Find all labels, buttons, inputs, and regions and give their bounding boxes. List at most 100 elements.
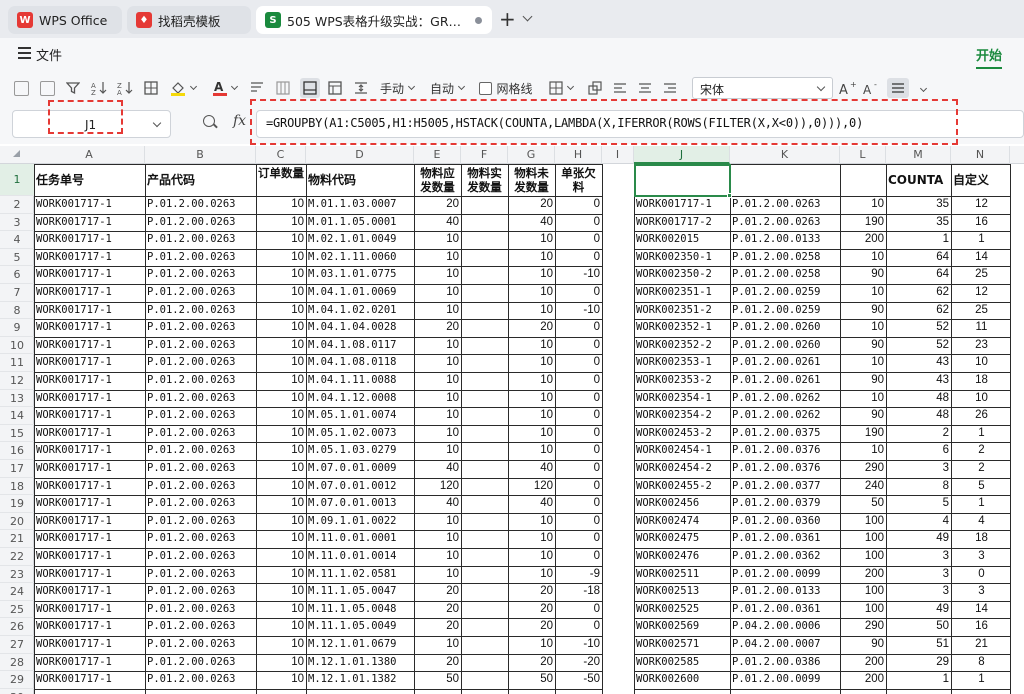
cell-k7[interactable]: P.01.2.00.0259 xyxy=(730,284,840,302)
column-header-e[interactable]: E xyxy=(414,146,461,164)
cell-c7[interactable]: 10 xyxy=(256,284,306,302)
cell-e29[interactable]: 50 xyxy=(414,671,461,689)
cell-l3[interactable]: 190 xyxy=(840,214,886,232)
cell-k16[interactable]: P.01.2.00.0376 xyxy=(730,442,840,460)
cell-d2[interactable]: M.01.1.03.0007 xyxy=(306,196,414,214)
cell-h17[interactable]: 0 xyxy=(555,460,602,478)
cell-k2[interactable]: P.01.2.00.0263 xyxy=(730,196,840,214)
cell-e19[interactable]: 40 xyxy=(414,495,461,513)
cell-l2[interactable]: 10 xyxy=(840,196,886,214)
row-header-17[interactable]: 17 xyxy=(0,460,34,478)
cell-k25[interactable]: P.01.2.00.0361 xyxy=(730,601,840,619)
table-style-icon[interactable] xyxy=(326,78,344,98)
cell-c14[interactable]: 10 xyxy=(256,407,306,425)
cell-a9[interactable]: WORK001717-1 xyxy=(34,319,145,337)
cell-m15[interactable]: 2 xyxy=(886,425,951,443)
sort-descending-icon[interactable]: ZA xyxy=(116,78,134,98)
cell-b11[interactable]: P.01.2.00.0263 xyxy=(145,354,256,372)
cell-e20[interactable]: 10 xyxy=(414,513,461,531)
cell-n20[interactable]: 4 xyxy=(951,513,1010,531)
header-cell-k[interactable] xyxy=(730,164,840,196)
cell-n26[interactable]: 16 xyxy=(951,618,1010,636)
cell-d12[interactable]: M.04.1.11.0088 xyxy=(306,372,414,390)
cell-m20[interactable]: 4 xyxy=(886,513,951,531)
cell-k13[interactable]: P.01.2.00.0262 xyxy=(730,390,840,408)
cell-j13[interactable]: WORK002354-1 xyxy=(634,390,730,408)
cell-e18[interactable]: 120 xyxy=(414,478,461,496)
column-header-c[interactable]: C xyxy=(256,146,306,164)
cell-m13[interactable]: 48 xyxy=(886,390,951,408)
cell-n21[interactable]: 18 xyxy=(951,530,1010,548)
cell-m23[interactable]: 3 xyxy=(886,566,951,584)
cell-e10[interactable]: 10 xyxy=(414,337,461,355)
tab-docer-templates[interactable]: ♦ 找稻壳模板 xyxy=(127,6,251,34)
cell-d28[interactable]: M.12.1.01.1380 xyxy=(306,654,414,672)
cell-k23[interactable]: P.01.2.00.0099 xyxy=(730,566,840,584)
cell-k22[interactable]: P.01.2.00.0362 xyxy=(730,548,840,566)
tab-start[interactable]: 开始 xyxy=(976,45,1002,64)
cell-j18[interactable]: WORK002455-2 xyxy=(634,478,730,496)
font-color-button[interactable]: A xyxy=(210,78,240,98)
cell-l16[interactable]: 10 xyxy=(840,442,886,460)
cell-a17[interactable]: WORK001717-1 xyxy=(34,460,145,478)
cell-f5[interactable] xyxy=(461,249,508,267)
cell-a20[interactable]: WORK001717-1 xyxy=(34,513,145,531)
cell-n13[interactable]: 10 xyxy=(951,390,1010,408)
gridlines-toggle[interactable]: 网格线 xyxy=(477,78,535,98)
cell-d22[interactable]: M.11.0.01.0014 xyxy=(306,548,414,566)
cell-c17[interactable]: 10 xyxy=(256,460,306,478)
row-header-21[interactable]: 21 xyxy=(0,530,34,548)
column-header-i[interactable]: I xyxy=(602,146,634,164)
decrease-font-icon[interactable]: A- xyxy=(862,78,882,98)
cell-b10[interactable]: P.01.2.00.0263 xyxy=(145,337,256,355)
row-header-27[interactable]: 27 xyxy=(0,636,34,654)
cell-e11[interactable]: 10 xyxy=(414,354,461,372)
cell-a19[interactable]: WORK001717-1 xyxy=(34,495,145,513)
gridlines-checkbox[interactable] xyxy=(479,81,493,95)
cell-k15[interactable]: P.01.2.00.0375 xyxy=(730,425,840,443)
cell-h19[interactable]: 0 xyxy=(555,495,602,513)
cell-a14[interactable]: WORK001717-1 xyxy=(34,407,145,425)
cell-n9[interactable]: 11 xyxy=(951,319,1010,337)
cell-l21[interactable]: 100 xyxy=(840,530,886,548)
cell-c24[interactable]: 10 xyxy=(256,583,306,601)
cell-h23[interactable]: -9 xyxy=(555,566,602,584)
cell-e14[interactable]: 10 xyxy=(414,407,461,425)
cell-l20[interactable]: 100 xyxy=(840,513,886,531)
cell-f25[interactable] xyxy=(461,601,508,619)
cell-b17[interactable]: P.01.2.00.0263 xyxy=(145,460,256,478)
row-header-22[interactable]: 22 xyxy=(0,548,34,566)
cell-b23[interactable]: P.01.2.00.0263 xyxy=(145,566,256,584)
cell-style-icon[interactable] xyxy=(586,78,604,98)
cell-d6[interactable]: M.03.1.01.0775 xyxy=(306,266,414,284)
header-cell-n[interactable]: 自定义 xyxy=(951,164,1010,196)
cell-m10[interactable]: 52 xyxy=(886,337,951,355)
cell-b8[interactable]: P.01.2.00.0263 xyxy=(145,302,256,320)
cell-n15[interactable]: 1 xyxy=(951,425,1010,443)
column-header-j[interactable]: J xyxy=(634,146,730,164)
cell-n16[interactable]: 2 xyxy=(951,442,1010,460)
row-header-9[interactable]: 9 xyxy=(0,319,34,337)
cell-l14[interactable]: 90 xyxy=(840,407,886,425)
cell-a29[interactable]: WORK001717-1 xyxy=(34,671,145,689)
cell-l10[interactable]: 90 xyxy=(840,337,886,355)
cell-h4[interactable]: 0 xyxy=(555,231,602,249)
cell-f12[interactable] xyxy=(461,372,508,390)
cell-f11[interactable] xyxy=(461,354,508,372)
cell-f18[interactable] xyxy=(461,478,508,496)
cell-d10[interactable]: M.04.1.08.0117 xyxy=(306,337,414,355)
cell-d21[interactable]: M.11.0.01.0001 xyxy=(306,530,414,548)
cell-h24[interactable]: -18 xyxy=(555,583,602,601)
column-header-a[interactable]: A xyxy=(34,146,145,164)
cell-j28[interactable]: WORK002585 xyxy=(634,654,730,672)
cell-h15[interactable]: 0 xyxy=(555,425,602,443)
cell-f21[interactable] xyxy=(461,530,508,548)
cell-l22[interactable]: 100 xyxy=(840,548,886,566)
cell-h14[interactable]: 0 xyxy=(555,407,602,425)
cell-d5[interactable]: M.02.1.11.0060 xyxy=(306,249,414,267)
cell-d20[interactable]: M.09.1.01.0022 xyxy=(306,513,414,531)
manual-calc-dropdown[interactable]: 手动 xyxy=(376,78,418,98)
cell-l15[interactable]: 190 xyxy=(840,425,886,443)
cell-b7[interactable]: P.01.2.00.0263 xyxy=(145,284,256,302)
cell-c27[interactable]: 10 xyxy=(256,636,306,654)
